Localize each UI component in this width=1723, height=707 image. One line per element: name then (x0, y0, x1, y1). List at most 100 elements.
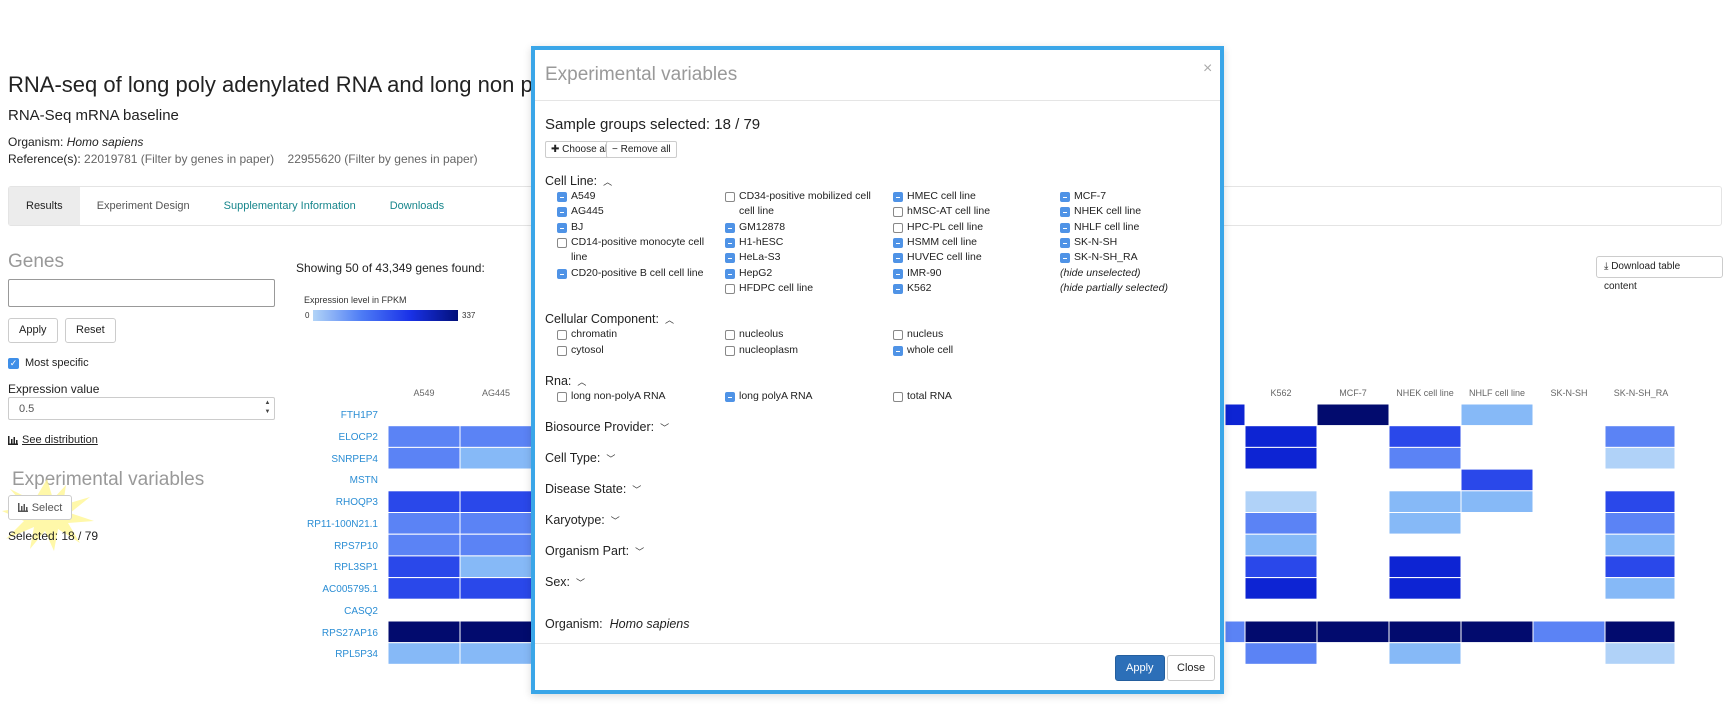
reset-button[interactable]: Reset (65, 318, 116, 343)
heatmap-cell[interactable] (388, 620, 461, 644)
heatmap-cell[interactable] (459, 468, 533, 492)
filter-by-genes-link[interactable]: (Filter by genes in paper) (141, 152, 274, 166)
heatmap-cell[interactable] (1604, 490, 1675, 514)
heatmap-cell[interactable] (459, 577, 533, 600)
option-checkbox[interactable]: whole cell (893, 343, 1053, 358)
gene-link[interactable]: SNRPEP4 (290, 454, 378, 465)
heatmap-cell[interactable] (1604, 468, 1675, 492)
heatmap-cell[interactable] (1532, 490, 1606, 514)
option-checkbox[interactable]: HUVEC cell line (893, 250, 1053, 265)
option-checkbox[interactable]: IMR-90 (893, 266, 1053, 281)
heatmap-cell[interactable] (1532, 425, 1606, 448)
apply-button[interactable]: Apply (8, 318, 58, 343)
heatmap-cell[interactable] (1388, 598, 1462, 622)
heatmap-cell[interactable] (1316, 512, 1390, 535)
heatmap-cell[interactable] (1224, 598, 1246, 622)
option-checkbox[interactable]: NHLF cell line (1060, 220, 1210, 235)
heatmap-cell[interactable] (1388, 533, 1462, 557)
heatmap-cell[interactable] (388, 404, 461, 427)
heatmap-cell[interactable] (388, 512, 461, 535)
facet-sex[interactable]: Sex: ﹀ (545, 575, 585, 589)
facet-organism-part[interactable]: Organism Part: ﹀ (545, 544, 644, 558)
gene-link[interactable]: CASQ2 (290, 606, 378, 617)
option-checkbox[interactable]: CD20-positive B cell cell line (557, 266, 717, 281)
hide-partially-selected-link[interactable]: (hide partially selected) (1060, 281, 1210, 296)
heatmap-cell[interactable] (1316, 642, 1390, 665)
heatmap-cell[interactable] (388, 598, 461, 622)
heatmap-cell[interactable] (459, 555, 533, 579)
option-checkbox[interactable]: AG445 (557, 204, 717, 219)
option-checkbox[interactable]: total RNA (893, 389, 1053, 404)
heatmap-cell[interactable] (1460, 577, 1534, 600)
heatmap-cell[interactable] (1316, 446, 1390, 470)
option-checkbox[interactable]: A549 (557, 189, 717, 204)
option-checkbox[interactable]: GM12878 (725, 220, 885, 235)
gene-link[interactable]: FTH1P7 (290, 410, 378, 421)
heatmap-cell[interactable] (1316, 404, 1390, 427)
heatmap-cell[interactable] (1604, 555, 1675, 579)
heatmap-cell[interactable] (1460, 425, 1534, 448)
heatmap-cell[interactable] (1532, 620, 1606, 644)
heatmap-cell[interactable] (388, 533, 461, 557)
heatmap-cell[interactable] (1388, 404, 1462, 427)
heatmap-cell[interactable] (1316, 425, 1390, 448)
heatmap-cell[interactable] (459, 642, 533, 665)
heatmap-cell[interactable] (1316, 468, 1390, 492)
heatmap-cell[interactable] (1532, 533, 1606, 557)
heatmap-cell[interactable] (1224, 512, 1246, 535)
heatmap-cell[interactable] (459, 425, 533, 448)
heatmap-cell[interactable] (1224, 490, 1246, 514)
heatmap-cell[interactable] (1316, 555, 1390, 579)
stepper-arrows-icon[interactable]: ▲ ▼ (262, 399, 273, 418)
heatmap-cell[interactable] (1224, 533, 1246, 557)
gene-link[interactable]: RPS27AP16 (290, 628, 378, 639)
heatmap-cell[interactable] (1244, 490, 1318, 514)
heatmap-cell[interactable] (1460, 468, 1534, 492)
heatmap-cell[interactable] (1316, 490, 1390, 514)
heatmap-cell[interactable] (1460, 555, 1534, 579)
gene-link[interactable]: AC005795.1 (290, 584, 378, 595)
option-checkbox[interactable]: nucleus (893, 327, 1053, 342)
option-checkbox[interactable]: H1-hESC (725, 235, 885, 250)
option-checkbox[interactable]: long non-polyA RNA (557, 389, 717, 404)
modal-close-button[interactable]: Close (1167, 655, 1216, 681)
genes-search-input[interactable] (8, 279, 275, 307)
heatmap-cell[interactable] (1244, 577, 1318, 600)
heatmap-cell[interactable] (1224, 468, 1246, 492)
heatmap-cell[interactable] (388, 577, 461, 600)
heatmap-cell[interactable] (1388, 468, 1462, 492)
option-checkbox[interactable]: NHEK cell line (1060, 204, 1210, 219)
option-checkbox[interactable]: MCF-7 (1060, 189, 1210, 204)
expression-value-input[interactable]: 0.5 (8, 397, 275, 420)
see-distribution-link[interactable]: See distribution (8, 434, 98, 446)
heatmap-cell[interactable] (1244, 425, 1318, 448)
option-checkbox[interactable]: HeLa-S3 (725, 250, 885, 265)
close-icon[interactable]: × (1203, 60, 1212, 78)
heatmap-cell[interactable] (1604, 446, 1675, 470)
heatmap-cell[interactable] (1532, 468, 1606, 492)
modal-apply-button[interactable]: Apply (1115, 655, 1165, 681)
heatmap-cell[interactable] (1244, 446, 1318, 470)
facet-karyotype[interactable]: Karyotype: ﹀ (545, 513, 620, 527)
heatmap-cell[interactable] (459, 490, 533, 514)
heatmap-cell[interactable] (1244, 404, 1318, 427)
hide-unselected-link[interactable]: (hide unselected) (1060, 266, 1210, 281)
heatmap-cell[interactable] (1460, 620, 1534, 644)
heatmap-cell[interactable] (1244, 555, 1318, 579)
heatmap-cell[interactable] (459, 533, 533, 557)
option-checkbox[interactable]: cytosol (557, 343, 717, 358)
heatmap-cell[interactable] (1604, 642, 1675, 665)
heatmap-cell[interactable] (1460, 533, 1534, 557)
choose-all-button[interactable]: ✚ Choose all (545, 141, 616, 158)
option-checkbox[interactable]: SK-N-SH_RA (1060, 250, 1210, 265)
heatmap-cell[interactable] (388, 642, 461, 665)
heatmap-cell[interactable] (1460, 598, 1534, 622)
heatmap-cell[interactable] (1460, 404, 1534, 427)
heatmap-cell[interactable] (1604, 512, 1675, 535)
heatmap-cell[interactable] (1604, 598, 1675, 622)
facet-rna[interactable]: Rna: ︿ (545, 374, 586, 388)
heatmap-cell[interactable] (1460, 446, 1534, 470)
heatmap-cell[interactable] (1460, 642, 1534, 665)
tab-downloads[interactable]: Downloads (373, 187, 461, 225)
heatmap-cell[interactable] (388, 425, 461, 448)
